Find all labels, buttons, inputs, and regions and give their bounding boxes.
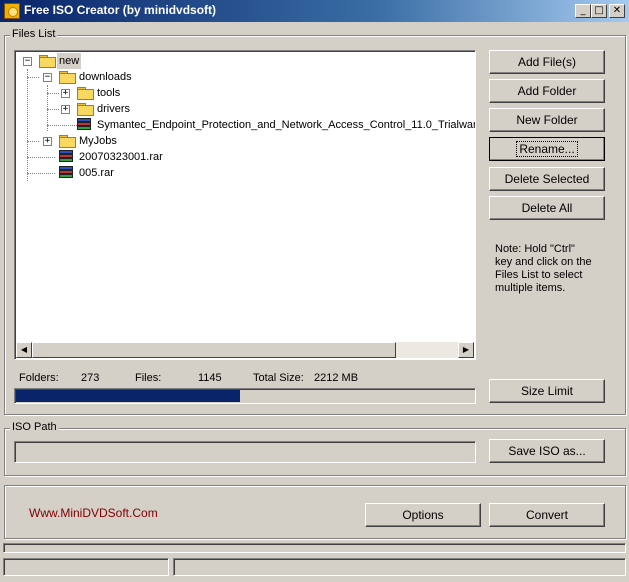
folders-label: Folders: xyxy=(19,372,59,384)
tree-item-label: 20070323001.rar xyxy=(79,151,163,163)
status-progress-bar xyxy=(3,543,626,553)
expand-icon[interactable]: + xyxy=(61,89,70,98)
files-count: 1145 xyxy=(198,372,222,384)
new-folder-button[interactable]: New Folder xyxy=(489,108,605,132)
status-panel-left xyxy=(3,558,169,576)
save-iso-button[interactable]: Save ISO as... xyxy=(489,439,605,463)
minimize-button[interactable]: _ xyxy=(575,4,591,18)
tree-item-tools[interactable]: + tools xyxy=(15,85,475,101)
folder-icon xyxy=(77,103,94,116)
tree-item-label: Symantec_Endpoint_Protection_and_Network… xyxy=(97,119,476,131)
close-button[interactable]: ✕ xyxy=(609,4,625,18)
tree-item-label: drivers xyxy=(97,103,131,115)
options-button[interactable]: Options xyxy=(365,503,481,527)
files-list-label: Files List xyxy=(10,28,58,40)
scrollbar-thumb[interactable] xyxy=(32,342,396,358)
title-bar[interactable]: Free ISO Creator (by minidvdsoft) _ □ ✕ xyxy=(0,0,629,22)
folder-icon xyxy=(59,135,76,148)
horizontal-scrollbar[interactable]: ◀ ▶ xyxy=(16,342,474,358)
files-label: Files: xyxy=(135,372,162,384)
scroll-left-button[interactable]: ◀ xyxy=(16,342,32,358)
size-progress-fill xyxy=(16,390,240,402)
collapse-icon[interactable]: − xyxy=(43,73,52,82)
multi-select-note: Note: Hold "Ctrl" key and click on the F… xyxy=(495,243,592,294)
files-tree[interactable]: − new − downloads + tools + drivers Syma… xyxy=(14,50,476,360)
tree-item-drivers[interactable]: + drivers xyxy=(15,101,475,117)
rename-button[interactable]: Rename... xyxy=(489,137,605,161)
tree-item-label: downloads xyxy=(79,71,132,83)
tree-item-symantec[interactable]: Symantec_Endpoint_Protection_and_Network… xyxy=(15,117,476,133)
rar-archive-icon xyxy=(77,118,91,132)
rar-archive-icon xyxy=(59,150,73,164)
delete-all-button[interactable]: Delete All xyxy=(489,196,605,220)
rename-button-label: Rename... xyxy=(516,141,578,157)
collapse-icon[interactable]: − xyxy=(23,57,32,66)
folder-icon xyxy=(77,87,94,100)
convert-button[interactable]: Convert xyxy=(489,503,605,527)
iso-path-field[interactable] xyxy=(14,441,476,463)
tree-item-label: MyJobs xyxy=(79,135,117,147)
total-size-value: 2212 MB xyxy=(314,372,359,384)
tree-item-label: 005.rar xyxy=(79,167,114,179)
expand-icon[interactable]: + xyxy=(61,105,70,114)
maximize-button[interactable]: □ xyxy=(591,4,607,18)
folder-icon xyxy=(59,71,76,84)
tree-item-new[interactable]: − new xyxy=(15,53,475,69)
window-title: Free ISO Creator (by minidvdsoft) xyxy=(24,3,217,17)
tree-item-rar-file[interactable]: 005.rar xyxy=(15,165,475,181)
tree-item-label: tools xyxy=(97,87,121,99)
expand-icon[interactable]: + xyxy=(43,137,52,146)
total-size-label: Total Size: xyxy=(253,372,304,384)
iso-path-label: ISO Path xyxy=(10,421,59,433)
delete-selected-button[interactable]: Delete Selected xyxy=(489,167,605,191)
rar-archive-icon xyxy=(59,166,73,180)
app-icon xyxy=(4,3,20,19)
tree-item-downloads[interactable]: − downloads xyxy=(15,69,475,85)
tree-item-rar-file[interactable]: 20070323001.rar xyxy=(15,149,475,165)
size-limit-button[interactable]: Size Limit xyxy=(489,379,605,403)
add-folder-button[interactable]: Add Folder xyxy=(489,79,605,103)
size-progress-bar xyxy=(14,388,476,404)
folder-icon xyxy=(39,55,56,68)
website-link[interactable]: Www.MiniDVDSoft.Com xyxy=(29,506,158,520)
tree-item-myjobs[interactable]: + MyJobs xyxy=(15,133,475,149)
status-panel-right xyxy=(173,558,626,576)
scroll-right-button[interactable]: ▶ xyxy=(458,342,474,358)
add-files-button[interactable]: Add File(s) xyxy=(489,50,605,74)
tree-item-label: new xyxy=(57,53,82,69)
folders-count: 273 xyxy=(81,372,100,384)
